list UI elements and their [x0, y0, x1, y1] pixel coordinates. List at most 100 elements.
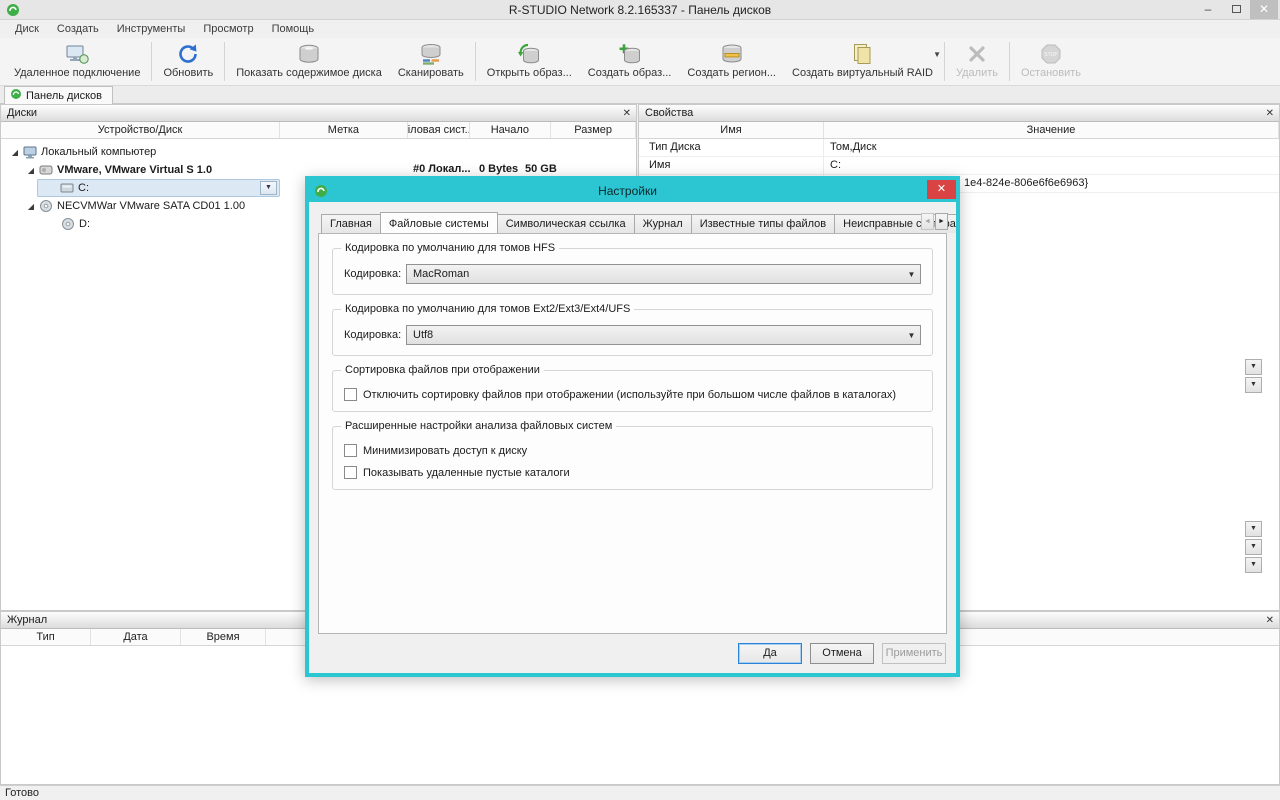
open-image-icon: [517, 41, 541, 66]
expander-icon[interactable]: ◢: [25, 202, 37, 211]
disable-sorting-checkbox[interactable]: [344, 388, 357, 401]
expander-icon[interactable]: ◢: [9, 148, 21, 157]
minimize-disk-access-checkbox[interactable]: [344, 444, 357, 457]
ext-encoding-select[interactable]: Utf8 ▼: [406, 325, 921, 345]
tab-file-systems[interactable]: Файловые системы: [380, 212, 498, 233]
toolbar-button-label: Удаленное подключение: [14, 67, 140, 79]
toolbar-separator: [224, 42, 225, 81]
toolbar-button-label: Создать виртуальный RAID: [792, 67, 933, 79]
dialog-close-button[interactable]: ✕: [927, 180, 956, 199]
toolbar-button-refresh[interactable]: Обновить: [155, 38, 221, 85]
close-button[interactable]: ✕: [1250, 0, 1278, 19]
computer-icon: [23, 146, 37, 159]
toolbar-button-scan[interactable]: Сканировать: [390, 38, 472, 85]
disks-panel-header: Диски ✕: [1, 105, 636, 122]
column-header-device[interactable]: Устройство/Диск: [1, 122, 280, 138]
dialog-buttons: Да Отмена Применить: [309, 643, 946, 664]
tab-known-file-types[interactable]: Известные типы файлов: [691, 214, 835, 233]
encoding-label: Кодировка:: [344, 268, 406, 280]
toolbar-button-create-region[interactable]: Создать регион...: [679, 38, 784, 85]
property-row[interactable]: Имя C:: [639, 157, 1279, 175]
property-dropdown-icon[interactable]: ▼: [1245, 377, 1262, 393]
toolbar-button-create-image[interactable]: Создать образ...: [580, 38, 680, 85]
property-dropdown-icon[interactable]: ▼: [1245, 539, 1262, 555]
column-header-value[interactable]: Значение: [824, 122, 1279, 138]
column-header-name[interactable]: Имя: [639, 122, 824, 138]
tab-main[interactable]: Главная: [321, 214, 381, 233]
dialog-tab-page: Кодировка по умолчанию для томов HFS Код…: [318, 233, 947, 634]
toolbar-button-open-image[interactable]: Открыть образ...: [479, 38, 580, 85]
hfs-encoding-select[interactable]: MacRoman ▼: [406, 264, 921, 284]
show-deleted-empty-folders-checkbox[interactable]: [344, 466, 357, 479]
stop-icon: STOP: [1039, 41, 1063, 66]
column-header-type[interactable]: Тип: [1, 629, 91, 645]
column-header-label[interactable]: Метка: [280, 122, 408, 138]
property-row[interactable]: Тип Диска Том,Диск: [639, 139, 1279, 157]
menu-create[interactable]: Создать: [48, 21, 108, 38]
minimize-button[interactable]: –: [1194, 0, 1222, 19]
create-image-icon: [618, 41, 642, 66]
tree-row-local-computer[interactable]: ◢ Локальный компьютер: [1, 143, 636, 161]
column-header-start[interactable]: Начало: [470, 122, 552, 138]
toolbar: Удаленное подключение Обновить Показать …: [0, 38, 1280, 86]
column-header-size[interactable]: Размер: [551, 122, 636, 138]
maximize-button[interactable]: [1222, 0, 1250, 19]
tab-log[interactable]: Журнал: [634, 214, 692, 233]
properties-panel-header: Свойства ✕: [639, 105, 1279, 122]
property-dropdown-icon[interactable]: ▼: [1245, 521, 1262, 537]
hard-disk-icon: [39, 164, 53, 176]
group-title: Расширенные настройки анализа файловых с…: [341, 420, 616, 432]
chevron-down-icon[interactable]: ▼: [933, 50, 941, 59]
ok-button[interactable]: Да: [738, 643, 802, 664]
settings-dialog: Настройки ✕ Главная Файловые системы Сим…: [305, 176, 960, 677]
group-ext-encoding: Кодировка по умолчанию для томов Ext2/Ex…: [332, 309, 933, 356]
selected-row-highlight[interactable]: C: ▼: [37, 179, 280, 197]
menu-help[interactable]: Помощь: [263, 21, 324, 38]
menu-bar: Диск Создать Инструменты Просмотр Помощь: [0, 21, 1280, 38]
partition-icon: [60, 182, 74, 194]
menu-tools[interactable]: Инструменты: [108, 21, 195, 38]
dialog-tab-strip: Главная Файловые системы Символическая с…: [309, 202, 956, 233]
tree-row-label: C:: [78, 182, 89, 194]
toolbar-button-show-disk-contents[interactable]: Показать содержимое диска: [228, 38, 390, 85]
cancel-button[interactable]: Отмена: [810, 643, 874, 664]
row-dropdown-icon[interactable]: ▼: [260, 181, 277, 195]
close-icon[interactable]: ✕: [1266, 613, 1274, 628]
toolbar-button-label: Создать образ...: [588, 67, 672, 79]
dialog-title: Настройки: [328, 184, 927, 198]
tab-scroll-right-icon[interactable]: ►: [935, 213, 948, 230]
tab-scroll-left-icon: ◄: [921, 213, 934, 230]
chevron-down-icon: ▼: [903, 270, 920, 279]
menu-disk[interactable]: Диск: [6, 21, 48, 38]
remote-connection-icon: [65, 41, 89, 66]
disks-panel-title: Диски: [7, 107, 37, 119]
disable-sorting-label: Отключить сортировку файлов при отображе…: [363, 389, 896, 401]
tab-disk-panel[interactable]: Панель дисков: [4, 86, 113, 104]
chevron-down-icon: ▼: [903, 331, 920, 340]
toolbar-separator: [1009, 42, 1010, 81]
tab-symlink[interactable]: Символическая ссылка: [497, 214, 635, 233]
toolbar-button-label: Показать содержимое диска: [236, 67, 382, 79]
toolbar-separator: [151, 42, 152, 81]
maximize-icon: [1232, 5, 1241, 13]
property-dropdown-icon[interactable]: ▼: [1245, 557, 1262, 573]
toolbar-button-create-virtual-raid[interactable]: Создать виртуальный RAID ▼: [784, 38, 941, 85]
expander-icon[interactable]: ◢: [25, 166, 37, 175]
disk-contents-icon: [297, 41, 321, 66]
delete-icon: [965, 41, 989, 66]
properties-panel-title: Свойства: [645, 107, 693, 119]
close-icon[interactable]: ✕: [623, 106, 631, 121]
tree-row-label: NECVMWar VMware SATA CD01 1.00: [57, 200, 245, 212]
minimize-disk-access-label: Минимизировать доступ к диску: [363, 445, 527, 457]
column-header-filesystem[interactable]: іловая сист...: [408, 122, 470, 138]
menu-view[interactable]: Просмотр: [194, 21, 262, 38]
cell-size: 50 GB: [525, 163, 557, 175]
svg-text:STOP: STOP: [1044, 52, 1058, 58]
column-header-time[interactable]: Время: [181, 629, 266, 645]
toolbar-button-remote-connection[interactable]: Удаленное подключение: [6, 38, 148, 85]
column-header-date[interactable]: Дата: [91, 629, 181, 645]
dialog-titlebar: Настройки ✕: [309, 180, 956, 202]
property-dropdown-icon[interactable]: ▼: [1245, 359, 1262, 375]
close-icon[interactable]: ✕: [1266, 106, 1274, 121]
group-title: Сортировка файлов при отображении: [341, 364, 544, 376]
